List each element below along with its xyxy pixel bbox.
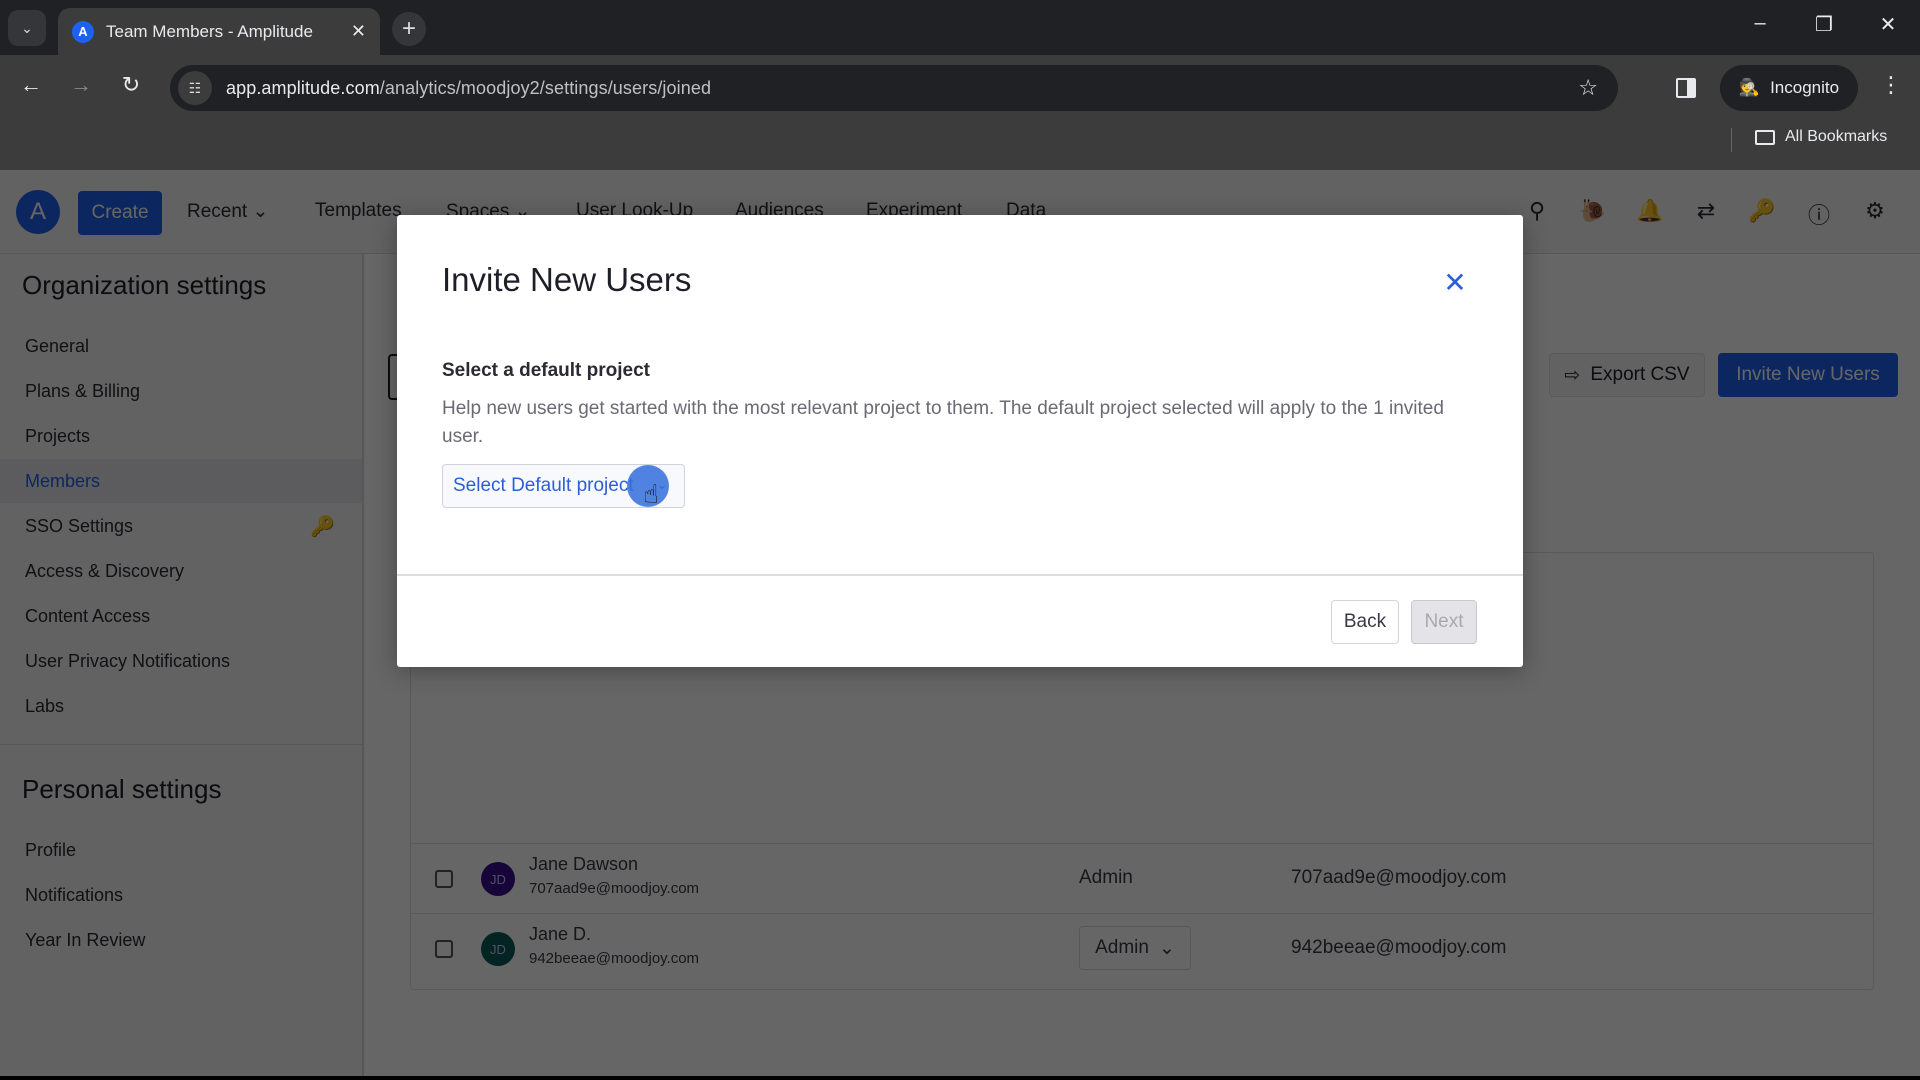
kebab-menu-icon: ⋮: [1880, 72, 1902, 97]
restore-button[interactable]: ❐: [1804, 12, 1844, 37]
back-button[interactable]: ←: [14, 72, 48, 98]
incognito-icon: 🕵: [1738, 78, 1761, 97]
url-host: app.amplitude.com: [226, 77, 380, 98]
folder-icon: [1755, 129, 1775, 145]
close-modal-button[interactable]: ✕: [1440, 266, 1470, 298]
browser-tab-active[interactable]: A Team Members - Amplitude ✕: [58, 8, 380, 55]
bookmark-star-icon[interactable]: ☆: [1578, 75, 1598, 101]
amplitude-app: A Create Recent ⌄ Templates Spaces ⌄ Use…: [0, 170, 1920, 1076]
close-icon: ✕: [1443, 266, 1467, 298]
arrow-left-icon: ←: [20, 72, 42, 97]
address-bar[interactable]: ☷ app.amplitude.com/analytics/moodjoy2/s…: [170, 65, 1618, 111]
minimize-button[interactable]: –: [1740, 12, 1780, 35]
browser-chrome: ⌄ A Team Members - Amplitude ✕ + – ❐ ✕ ←…: [0, 0, 1920, 170]
modal-title: Invite New Users: [442, 261, 692, 298]
restore-icon: ❐: [1815, 14, 1833, 36]
all-bookmarks-label: All Bookmarks: [1785, 128, 1888, 145]
bookmarks-separator: [1731, 128, 1732, 152]
next-button[interactable]: Next: [1411, 600, 1477, 644]
site-info-icon[interactable]: ☷: [178, 71, 212, 105]
close-window-button[interactable]: ✕: [1868, 12, 1908, 37]
arrow-right-icon: →: [70, 72, 92, 97]
back-button[interactable]: Back: [1331, 600, 1399, 644]
invite-users-modal: Invite New Users ✕ Select a default proj…: [397, 215, 1523, 667]
tab-list-button[interactable]: ⌄: [8, 10, 46, 46]
tab-close-icon[interactable]: ✕: [351, 21, 366, 42]
close-icon: ✕: [1879, 14, 1897, 36]
tab-strip: ⌄ A Team Members - Amplitude ✕ + – ❐ ✕: [0, 0, 1920, 55]
default-project-label: Select a default project: [442, 360, 651, 381]
minimize-icon: –: [1754, 12, 1766, 34]
screen-bottom-edge: [0, 1076, 1920, 1080]
forward-button[interactable]: →: [64, 72, 98, 98]
new-tab-button[interactable]: +: [392, 12, 426, 46]
default-project-placeholder: Select Default project: [453, 475, 634, 496]
incognito-badge[interactable]: 🕵 Incognito: [1720, 65, 1858, 111]
all-bookmarks-button[interactable]: All Bookmarks: [1755, 128, 1887, 146]
tab-title: Team Members - Amplitude: [106, 21, 313, 41]
plus-icon: +: [401, 15, 416, 42]
url-path: /analytics/moodjoy2/settings/users/joine…: [379, 77, 712, 98]
url-text[interactable]: app.amplitude.com/analytics/moodjoy2/set…: [226, 78, 711, 99]
browser-menu-button[interactable]: ⋮: [1880, 72, 1902, 98]
modal-footer-divider: [397, 574, 1523, 576]
chevron-down-icon: ⌄: [21, 19, 33, 36]
side-panel-icon[interactable]: [1676, 78, 1696, 98]
reload-button[interactable]: ↻: [114, 72, 148, 98]
default-project-description: Help new users get started with the most…: [442, 398, 1444, 447]
amplitude-favicon-icon: A: [72, 20, 94, 43]
incognito-label: Incognito: [1770, 78, 1840, 97]
hand-cursor-icon: ☝: [643, 479, 659, 509]
reload-icon: ↻: [121, 72, 141, 97]
